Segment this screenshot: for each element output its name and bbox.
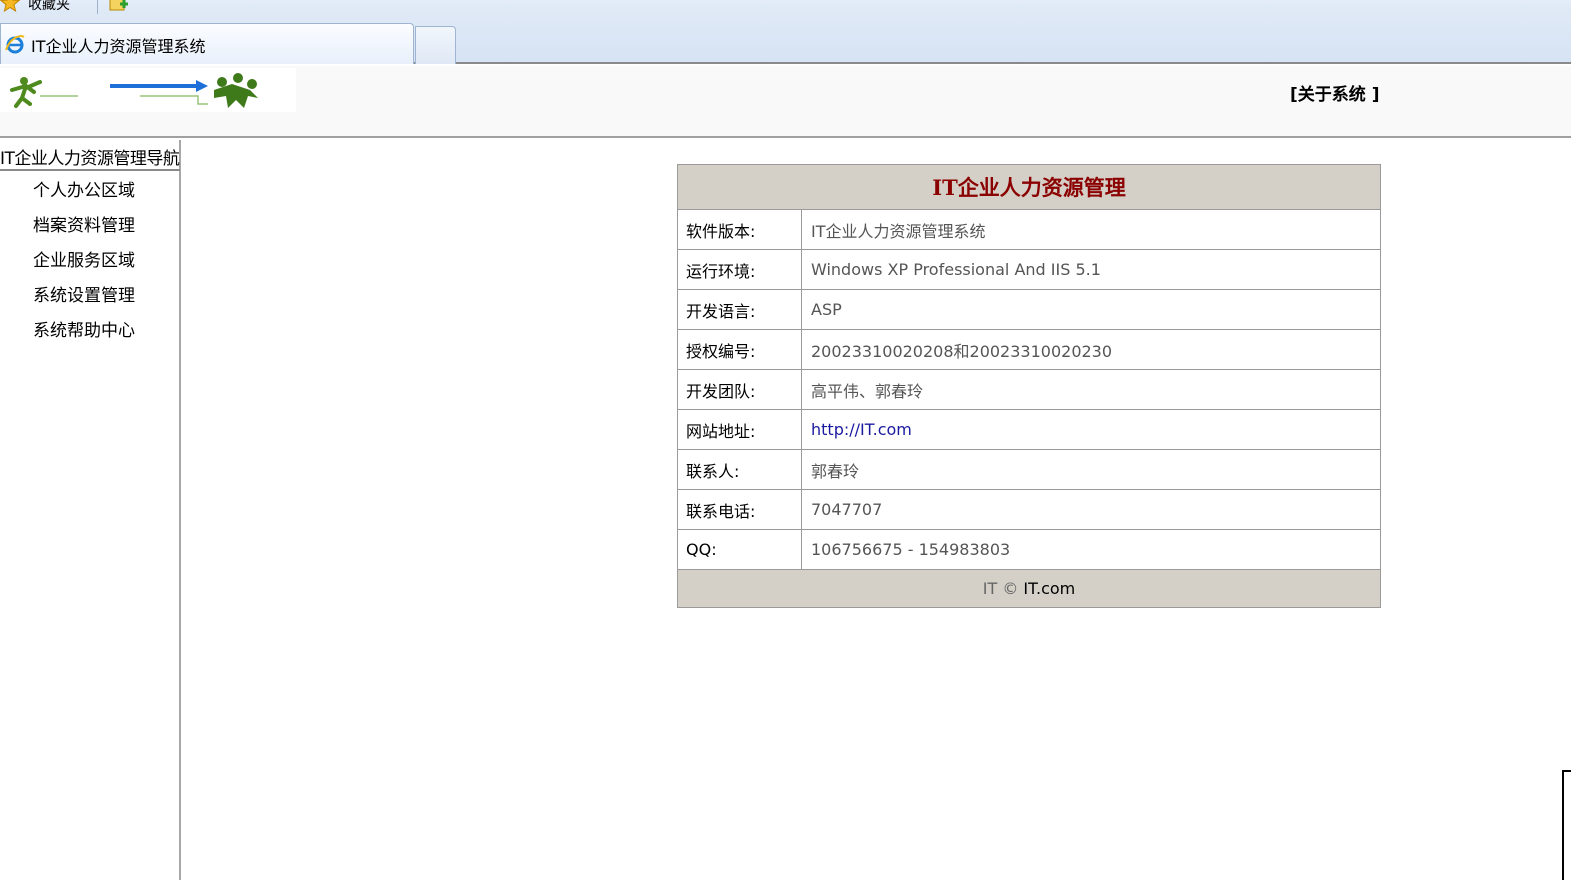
nav-item-help-center[interactable]: 系统帮助中心 (33, 316, 135, 341)
copyright-footer: IT © IT.com (677, 569, 1381, 608)
nav-item-enterprise-service[interactable]: 企业服务区域 (33, 246, 135, 271)
table-header-row: IT企业人力资源管理 (677, 164, 1381, 210)
table-row: 联系人: 郭春玲 (677, 449, 1381, 490)
internet-explorer-icon (5, 35, 25, 54)
row-value: Windows XP Professional And IIS 5.1 (801, 249, 1381, 290)
table-row: QQ: 106756675 - 154983803 (677, 529, 1381, 570)
favorites-bar: 收藏夹 (0, 0, 1571, 14)
browser-tab-bar: IT企业人力资源管理系统 (0, 14, 1571, 64)
table-row: 开发团队: 高平伟、郭春玲 (677, 369, 1381, 410)
row-value: ASP (801, 289, 1381, 330)
favorites-label[interactable]: 收藏夹 (28, 0, 70, 14)
row-label: 授权编号: (677, 329, 802, 370)
about-info-table: IT企业人力资源管理 软件版本: IT企业人力资源管理系统 运行环境: Wind… (677, 164, 1381, 608)
row-label: 开发语言: (677, 289, 802, 330)
window-edge-fragment (1562, 770, 1571, 880)
about-system-link[interactable]: [关于系统 ] (1290, 80, 1379, 105)
table-row: 授权编号: 20023310020208和20023310020230 (677, 329, 1381, 370)
row-label: QQ: (677, 529, 802, 570)
sidebar-nav: IT企业人力资源管理导航 个人办公区域 档案资料管理 企业服务区域 系统设置管理… (0, 140, 181, 880)
copyright-brand: IT.com (1023, 579, 1076, 598)
row-value: 20023310020208和20023310020230 (801, 329, 1381, 370)
table-row: 网站地址: http://IT.com (677, 409, 1381, 450)
row-value-cell: http://IT.com (801, 409, 1381, 450)
row-label: 软件版本: (677, 209, 802, 250)
row-value: 郭春玲 (801, 449, 1381, 490)
nav-item-archives[interactable]: 档案资料管理 (33, 211, 135, 236)
row-value: 106756675 - 154983803 (801, 529, 1381, 570)
row-label: 运行环境: (677, 249, 802, 290)
row-label: 开发团队: (677, 369, 802, 410)
star-icon[interactable] (0, 0, 20, 13)
table-row: 软件版本: IT企业人力资源管理系统 (677, 209, 1381, 250)
new-tab-button[interactable] (415, 26, 456, 64)
website-link[interactable]: http://IT.com (811, 420, 912, 439)
row-value: IT企业人力资源管理系统 (801, 209, 1381, 250)
row-label: 联系电话: (677, 489, 802, 530)
info-title: IT企业人力资源管理 (677, 164, 1381, 210)
row-label: 网站地址: (677, 409, 802, 450)
toolbar-divider (97, 0, 98, 14)
add-favorite-icon[interactable] (108, 0, 130, 14)
browser-tab-active[interactable]: IT企业人力资源管理系统 (0, 23, 414, 64)
table-row: 运行环境: Windows XP Professional And IIS 5.… (677, 249, 1381, 290)
row-value: 高平伟、郭春玲 (801, 369, 1381, 410)
tab-title: IT企业人力资源管理系统 (31, 37, 206, 56)
row-label: 联系人: (677, 449, 802, 490)
nav-item-personal-office[interactable]: 个人办公区域 (33, 176, 135, 201)
row-value: 7047707 (801, 489, 1381, 530)
app-logo (0, 68, 296, 112)
table-footer-row: IT © IT.com (677, 569, 1381, 608)
copyright-prefix: IT © (982, 579, 1024, 598)
app-header: [关于系统 ] (0, 66, 1571, 138)
table-row: 开发语言: ASP (677, 289, 1381, 330)
nav-title: IT企业人力资源管理导航 (0, 144, 180, 171)
table-row: 联系电话: 7047707 (677, 489, 1381, 530)
nav-item-system-settings[interactable]: 系统设置管理 (33, 281, 135, 306)
